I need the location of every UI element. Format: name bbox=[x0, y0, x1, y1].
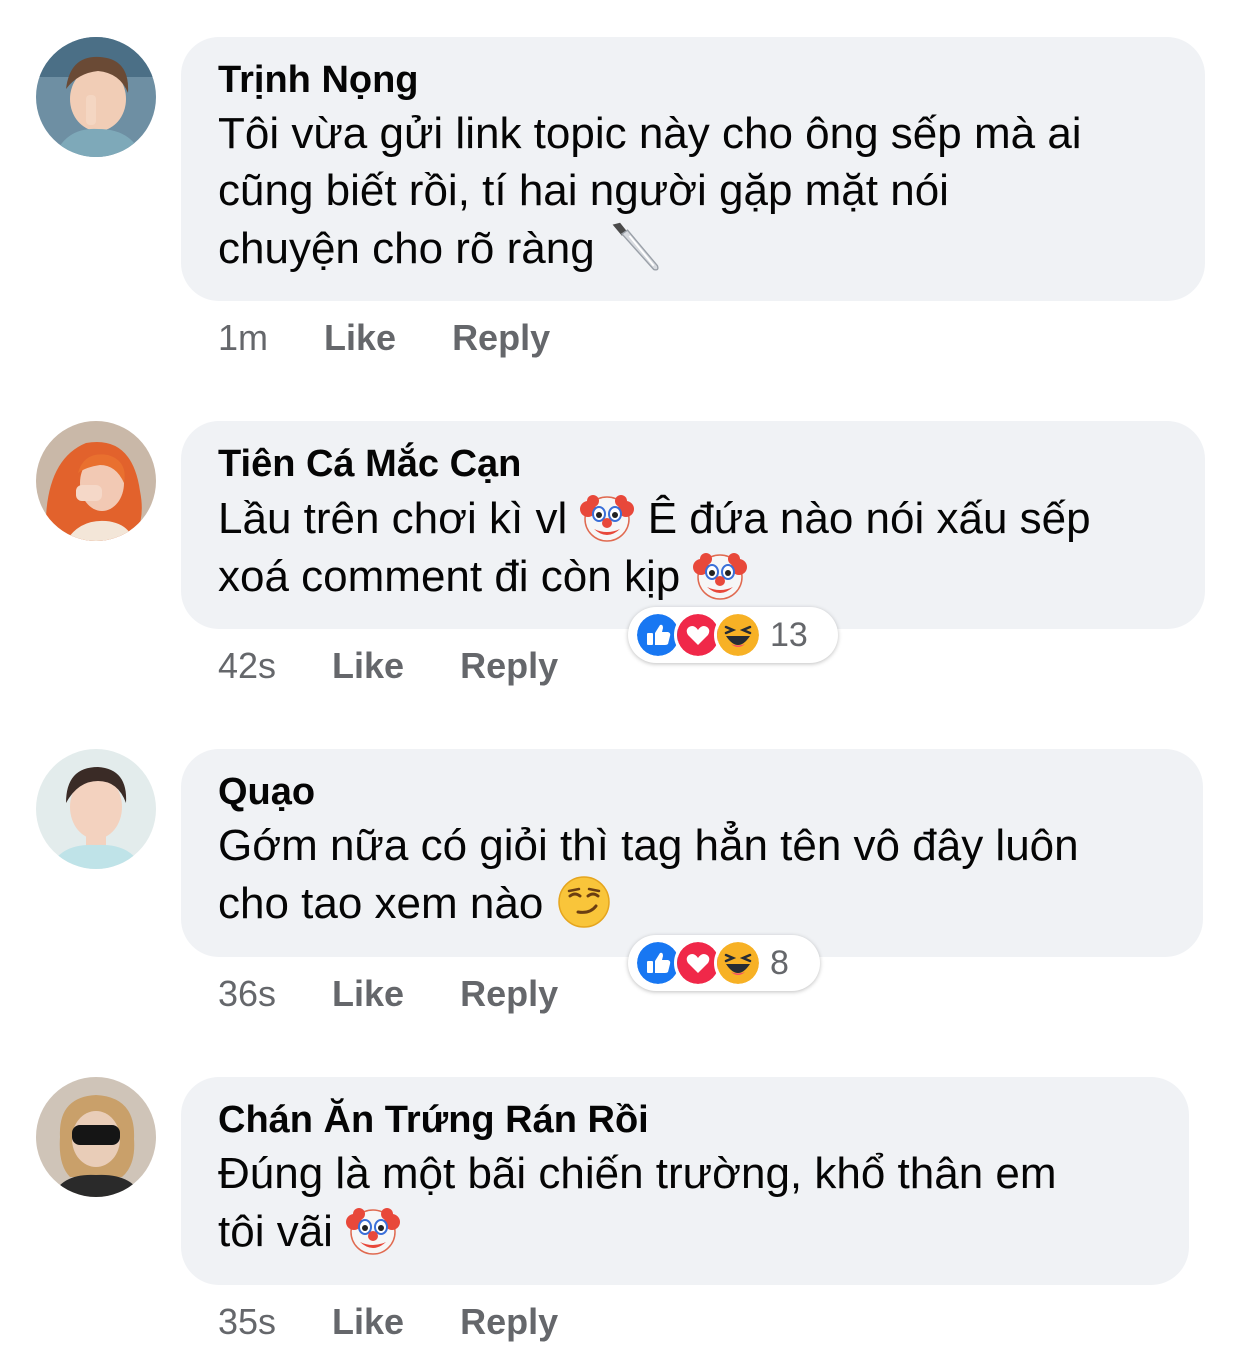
like-button[interactable]: Like bbox=[332, 972, 404, 1016]
reply-button[interactable]: Reply bbox=[460, 644, 558, 688]
comment-line: Tôi vừa gửi link topic này cho ông sếp m… bbox=[218, 109, 1082, 158]
comment-text: Gớm nữa có giỏi thì tag hẳn tên vô đây l… bbox=[218, 817, 1167, 932]
comment-text: Tôi vừa gửi link topic này cho ông sếp m… bbox=[218, 105, 1169, 277]
comment-line: Gớm nữa có giỏi thì tag hẳn tên vô đây l… bbox=[218, 821, 1079, 870]
comment-line-text: chuyện cho rõ ràng bbox=[218, 224, 595, 273]
comment-line: xoá comment đi còn kịp bbox=[218, 547, 1169, 605]
comment-bubble: Quạo Gớm nữa có giỏi thì tag hẳn tên vô … bbox=[181, 749, 1203, 957]
avatar[interactable] bbox=[36, 749, 156, 869]
comment-line-text: Lầu trên chơi kì vl bbox=[218, 494, 568, 543]
comment-actions: 36s Like Reply bbox=[218, 972, 558, 1016]
comment-line: Đúng là một bãi chiến trường, khổ thân e… bbox=[218, 1149, 1057, 1198]
reply-button[interactable]: Reply bbox=[460, 972, 558, 1016]
haha-reaction-icon bbox=[714, 611, 762, 659]
author-name[interactable]: Quạo bbox=[218, 769, 1167, 815]
comment-line-text: xoá comment đi còn kịp bbox=[218, 552, 681, 601]
smirk-emoji-icon bbox=[556, 874, 612, 930]
comment-line: Lầu trên chơi kì vl Ê đứa nào nói xấu sế… bbox=[218, 489, 1169, 547]
avatar[interactable] bbox=[36, 37, 156, 157]
avatar[interactable] bbox=[36, 1077, 156, 1197]
timestamp[interactable]: 36s bbox=[218, 972, 276, 1016]
like-button[interactable]: Like bbox=[324, 316, 396, 360]
timestamp[interactable]: 42s bbox=[218, 644, 276, 688]
reaction-count: 13 bbox=[770, 616, 808, 654]
comment-line: cho tao xem nào bbox=[218, 874, 1167, 932]
comment-line: cũng biết rồi, tí hai người gặp mặt nói bbox=[218, 166, 949, 215]
clown-emoji-icon bbox=[692, 547, 748, 603]
avatar[interactable] bbox=[36, 421, 156, 541]
author-name[interactable]: Chán Ăn Trứng Rán Rồi bbox=[218, 1097, 1153, 1143]
comment-actions: 42s Like Reply bbox=[218, 644, 558, 688]
timestamp[interactable]: 35s bbox=[218, 1300, 276, 1344]
comment-actions: 35s Like Reply bbox=[218, 1300, 558, 1344]
comment-line-text: Ê đứa nào nói xấu sếp bbox=[647, 494, 1091, 543]
comment-bubble: Chán Ăn Trứng Rán Rồi Đúng là một bãi ch… bbox=[181, 1077, 1189, 1285]
reaction-count: 8 bbox=[770, 944, 789, 982]
comment-bubble: Tiên Cá Mắc Cạn Lầu trên chơi kì vl Ê đứ… bbox=[181, 421, 1205, 629]
like-button[interactable]: Like bbox=[332, 1300, 404, 1344]
reaction-summary[interactable]: 13 bbox=[628, 607, 838, 663]
comment-line-text: cho tao xem nào bbox=[218, 879, 544, 928]
comment-actions: 1m Like Reply bbox=[218, 316, 550, 360]
author-name[interactable]: Tiên Cá Mắc Cạn bbox=[218, 441, 1169, 487]
comment-line-text: tôi vãi bbox=[218, 1207, 333, 1256]
comment-text: Lầu trên chơi kì vl Ê đứa nào nói xấu sế… bbox=[218, 489, 1169, 605]
timestamp[interactable]: 1m bbox=[218, 316, 268, 360]
comment-line: tôi vãi bbox=[218, 1202, 1153, 1260]
knife-emoji-icon bbox=[607, 219, 663, 275]
author-name[interactable]: Trịnh Nọng bbox=[218, 57, 1169, 103]
haha-reaction-icon bbox=[714, 939, 762, 987]
reply-button[interactable]: Reply bbox=[460, 1300, 558, 1344]
clown-emoji-icon bbox=[579, 489, 635, 545]
like-button[interactable]: Like bbox=[332, 644, 404, 688]
reply-button[interactable]: Reply bbox=[452, 316, 550, 360]
comment-bubble: Trịnh Nọng Tôi vừa gửi link topic này ch… bbox=[181, 37, 1205, 301]
reaction-summary[interactable]: 8 bbox=[628, 935, 820, 991]
comment-text: Đúng là một bãi chiến trường, khổ thân e… bbox=[218, 1145, 1153, 1260]
comment-line: chuyện cho rõ ràng bbox=[218, 219, 1169, 277]
clown-emoji-icon bbox=[345, 1202, 401, 1258]
